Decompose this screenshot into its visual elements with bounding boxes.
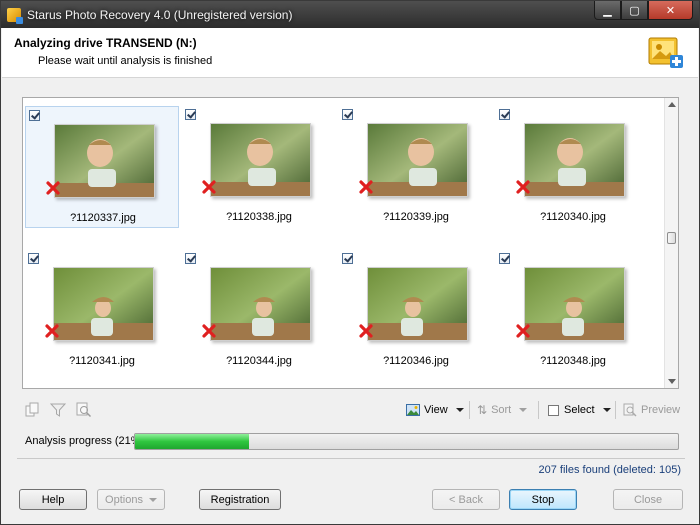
close-button[interactable]: Close <box>613 489 683 510</box>
sort-dropdown-icon[interactable] <box>519 408 528 412</box>
close-window-button[interactable]: ✕ <box>648 1 693 20</box>
minimize-button[interactable]: ▁ <box>594 1 621 20</box>
page-title: Analyzing drive TRANSEND (N:) <box>14 36 197 50</box>
deleted-file-icon <box>202 324 216 338</box>
photo-tile[interactable]: ?1120344.jpg <box>182 250 336 372</box>
filter-icon[interactable] <box>50 402 66 418</box>
photo-checkbox[interactable] <box>185 253 196 264</box>
photo-filename: ?1120344.jpg <box>226 355 292 367</box>
photo-filename: ?1120338.jpg <box>226 211 292 223</box>
photo-recovery-logo-icon <box>648 37 683 68</box>
divider <box>17 458 685 459</box>
page-subtitle: Please wait until analysis is finished <box>38 55 213 67</box>
scroll-down-icon[interactable] <box>668 379 676 384</box>
scroll-thumb[interactable] <box>667 232 676 244</box>
deleted-file-icon <box>359 324 373 338</box>
options-button[interactable]: Options <box>97 489 165 510</box>
files-found-status: 207 files found (deleted: 105) <box>538 464 682 476</box>
select-label: Select <box>564 404 595 416</box>
photo-tile[interactable]: ?1120339.jpg <box>339 106 493 228</box>
photo-tile[interactable]: ?1120348.jpg <box>496 250 650 372</box>
stop-button[interactable]: Stop <box>509 489 577 510</box>
wizard-header: Analyzing drive TRANSEND (N:) Please wai… <box>2 28 698 78</box>
deleted-file-icon <box>516 180 530 194</box>
select-dropdown-icon[interactable] <box>602 408 611 412</box>
preview-icon <box>623 403 637 417</box>
photo-thumbnail[interactable] <box>210 123 311 197</box>
view-button[interactable]: View <box>406 400 464 420</box>
photo-filename: ?1120348.jpg <box>540 355 606 367</box>
photo-tile[interactable]: ?1120346.jpg <box>339 250 493 372</box>
photo-thumbnail[interactable] <box>367 267 468 341</box>
window-title: Starus Photo Recovery 4.0 (Unregistered … <box>27 7 293 22</box>
toolbar-separator <box>615 401 616 419</box>
deleted-file-icon <box>46 181 60 195</box>
window-controls: ▁ ▢ ✕ <box>594 1 693 20</box>
find-icon[interactable] <box>76 402 92 418</box>
photo-checkbox[interactable] <box>342 109 353 120</box>
photo-checkbox[interactable] <box>185 109 196 120</box>
toolbar-separator <box>538 401 539 419</box>
grid-toolbar: View ⇅ Sort Select Preview <box>22 397 680 423</box>
title-bar[interactable]: Starus Photo Recovery 4.0 (Unregistered … <box>1 1 699 28</box>
preview-button[interactable]: Preview <box>623 400 680 420</box>
analysis-progress-bar <box>134 433 679 450</box>
photo-filename: ?1120337.jpg <box>70 212 136 224</box>
preview-label: Preview <box>641 404 681 416</box>
vertical-scrollbar[interactable] <box>664 98 678 388</box>
deleted-file-icon <box>359 180 373 194</box>
progress-label: Analysis progress (21%) <box>25 435 145 447</box>
app-icon <box>7 7 23 24</box>
photo-filename: ?1120341.jpg <box>69 355 135 367</box>
photo-thumbnail[interactable] <box>524 267 625 341</box>
photo-grid[interactable]: ?1120337.jpg ?1120338.jpg ?1120339.jpg ?112… <box>22 97 679 389</box>
photo-thumbnail[interactable] <box>53 267 154 341</box>
photo-tile[interactable]: ?1120338.jpg <box>182 106 336 228</box>
deleted-file-icon <box>516 324 530 338</box>
photo-checkbox[interactable] <box>28 253 39 264</box>
photo-thumbnail[interactable] <box>524 123 625 197</box>
photo-filename: ?1120346.jpg <box>383 355 449 367</box>
view-dropdown-icon[interactable] <box>455 408 464 412</box>
photo-tile[interactable]: ?1120337.jpg <box>25 106 179 228</box>
deleted-file-icon <box>202 180 216 194</box>
photo-filename: ?1120340.jpg <box>540 211 606 223</box>
photo-filename: ?1120339.jpg <box>383 211 449 223</box>
help-button[interactable]: Help <box>19 489 87 510</box>
scroll-up-icon[interactable] <box>668 102 676 107</box>
photo-tile[interactable]: ?1120341.jpg <box>25 250 179 372</box>
photo-thumbnail[interactable] <box>367 123 468 197</box>
photo-checkbox[interactable] <box>499 253 510 264</box>
photo-thumbnail[interactable] <box>54 124 155 198</box>
select-button[interactable]: Select <box>548 400 611 420</box>
back-button[interactable]: < Back <box>432 489 500 510</box>
deleted-file-icon <box>45 324 59 338</box>
copy-icon[interactable] <box>24 402 40 418</box>
view-label: View <box>424 404 448 416</box>
toolbar-separator <box>469 401 470 419</box>
sort-button[interactable]: ⇅ Sort <box>477 400 528 420</box>
options-label: Options <box>105 493 143 506</box>
photo-checkbox[interactable] <box>499 109 510 120</box>
options-dropdown-icon <box>148 497 157 502</box>
progress-fill <box>135 434 250 449</box>
photo-tile[interactable]: ?1120340.jpg <box>496 106 650 228</box>
photo-checkbox[interactable] <box>342 253 353 264</box>
sort-icon: ⇅ <box>477 403 488 417</box>
select-checkbox-icon <box>548 404 559 416</box>
photo-checkbox[interactable] <box>29 110 40 121</box>
photo-thumbnail[interactable] <box>210 267 311 341</box>
sort-label: Sort <box>491 404 512 416</box>
view-icon <box>406 404 420 416</box>
maximize-button[interactable]: ▢ <box>621 1 648 20</box>
app-window: Starus Photo Recovery 4.0 (Unregistered … <box>0 0 700 525</box>
registration-button[interactable]: Registration <box>199 489 281 510</box>
